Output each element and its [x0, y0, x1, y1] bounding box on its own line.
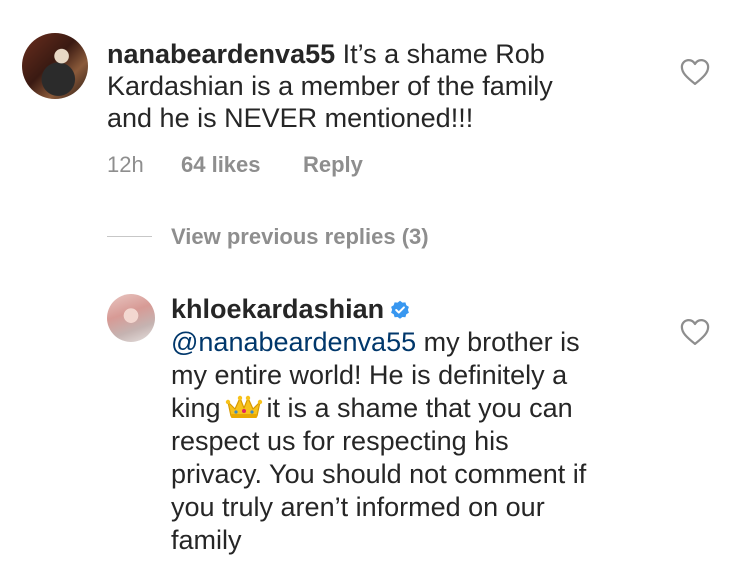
- reply-header: khloekardashian: [171, 293, 410, 325]
- reply-text-line-6: you truly aren’t informed on our: [171, 492, 545, 522]
- reply-text-line-5: privacy. You should not comment if: [171, 459, 587, 489]
- crown-icon: [225, 394, 263, 420]
- reply-heart-icon[interactable]: [680, 318, 710, 346]
- mention-link[interactable]: @nanabeardenva55: [171, 327, 416, 357]
- reply-text-line-3-rest: it is a shame that you can: [266, 393, 573, 423]
- reply-text-line-4: respect us for respecting his: [171, 426, 509, 456]
- comment-timestamp[interactable]: 12h: [107, 152, 144, 178]
- reply-username[interactable]: khloekardashian: [171, 294, 384, 324]
- heart-icon[interactable]: [680, 58, 710, 86]
- reply-label: Reply: [303, 152, 363, 177]
- reply-button[interactable]: Reply: [303, 152, 363, 178]
- view-previous-replies-button[interactable]: View previous replies (3): [171, 224, 429, 250]
- comment-username[interactable]: nanabeardenva55: [107, 39, 335, 69]
- reply-text-line-1-rest: my brother is: [416, 327, 580, 357]
- reply-text-line-1: @nanabeardenva55 my brother is: [171, 326, 580, 358]
- comment-text-line-1: It’s a shame Rob: [342, 39, 545, 69]
- replies-divider-line: [107, 236, 152, 237]
- comment-line-1: nanabeardenva55 It’s a shame Rob: [107, 38, 545, 70]
- reply-avatar[interactable]: [107, 294, 155, 342]
- avatar[interactable]: [22, 33, 88, 99]
- likes-label: 64 likes: [181, 152, 261, 177]
- comment-text-line-2: Kardashian is a member of the family: [107, 71, 553, 101]
- comment-text-line-3: and he is NEVER mentioned!!!: [107, 103, 474, 133]
- view-previous-replies-label: View previous replies (3): [171, 224, 429, 249]
- reply-text-line-3: king it is a shame that you can: [171, 392, 573, 424]
- comment-likes-count[interactable]: 64 likes: [181, 152, 261, 178]
- verified-badge-icon: [390, 295, 410, 319]
- reply-text-line-7: family: [171, 525, 242, 555]
- reply-text-king: king: [171, 393, 221, 423]
- reply-text-line-2: my entire world! He is definitely a: [171, 360, 568, 390]
